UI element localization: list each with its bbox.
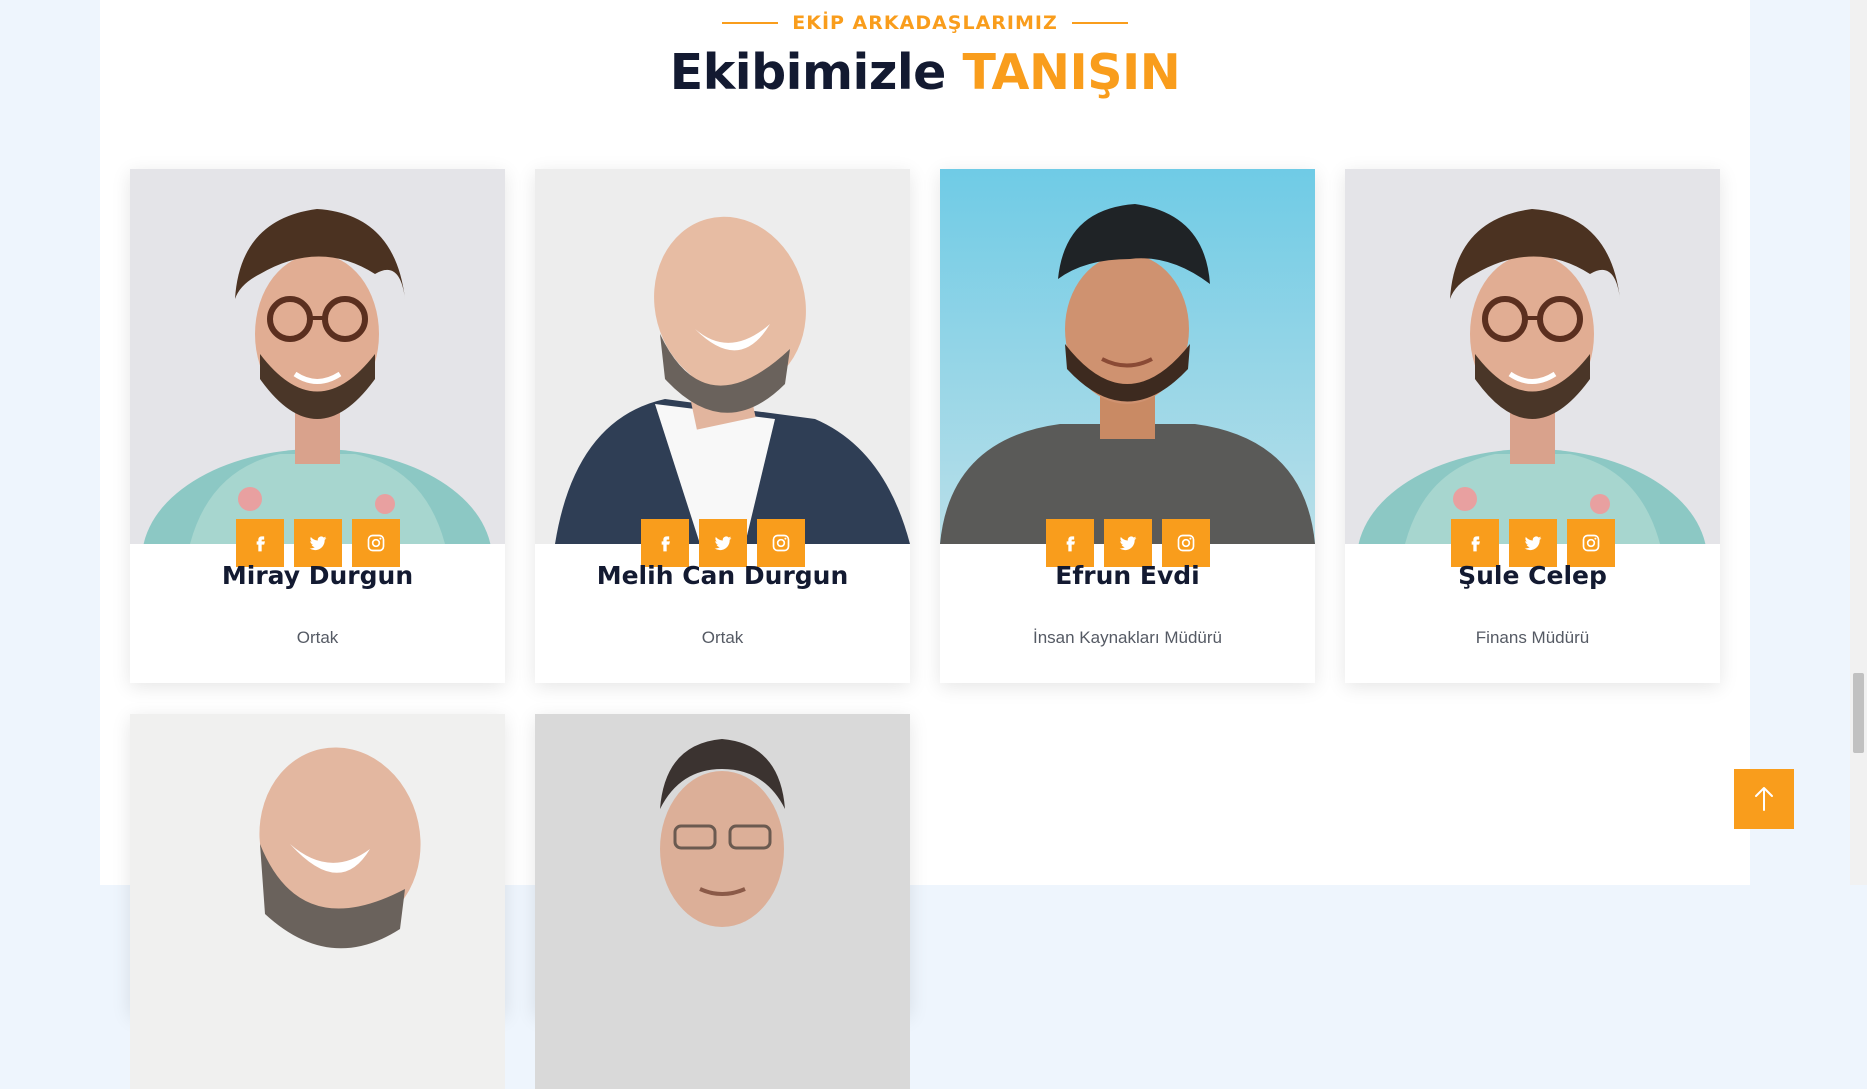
- member-photo: [130, 169, 505, 544]
- team-card: Şule Celep Finans Müdürü: [1345, 169, 1720, 683]
- back-to-top-button[interactable]: [1734, 769, 1794, 829]
- twitter-button[interactable]: [293, 519, 342, 567]
- arrow-up-icon: [1755, 787, 1773, 811]
- social-links: [535, 519, 910, 567]
- twitter-button[interactable]: [698, 519, 747, 567]
- twitter-icon: [714, 536, 731, 551]
- twitter-button[interactable]: [1103, 519, 1152, 567]
- facebook-icon: [1471, 536, 1480, 552]
- facebook-button[interactable]: [1450, 519, 1499, 567]
- instagram-button[interactable]: [1161, 519, 1210, 567]
- facebook-button[interactable]: [235, 519, 284, 567]
- facebook-icon: [256, 536, 265, 552]
- instagram-button[interactable]: [351, 519, 400, 567]
- twitter-button[interactable]: [1508, 519, 1557, 567]
- member-photo: [940, 169, 1315, 544]
- team-card: Miray Durgun Ortak: [130, 169, 505, 683]
- section-title-main: Ekibimizle: [669, 44, 947, 101]
- member-name: Şule Celep: [1458, 561, 1607, 590]
- team-card: [130, 714, 505, 1089]
- section-title-accent: TANIŞIN: [962, 44, 1181, 101]
- scrollbar-thumb[interactable]: [1853, 673, 1864, 753]
- member-photo: [535, 169, 910, 544]
- facebook-button[interactable]: [640, 519, 689, 567]
- member-name: Miray Durgun: [221, 561, 414, 590]
- member-role: Ortak: [296, 628, 339, 647]
- social-links: [130, 519, 505, 567]
- instagram-icon: [367, 534, 384, 552]
- section-title: Ekibimizle TANIŞIN: [100, 44, 1750, 101]
- eyebrow-line-left: [722, 22, 779, 24]
- member-role: Ortak: [701, 628, 744, 647]
- instagram-icon: [1582, 534, 1599, 552]
- member-photo: [1345, 169, 1720, 544]
- member-photo: [130, 714, 505, 1089]
- member-role: Finans Müdürü: [1475, 628, 1590, 647]
- team-card: Melih Can Durgun Ortak: [535, 169, 910, 683]
- facebook-icon: [661, 536, 670, 552]
- section-eyebrow: EKİP ARKADAŞLARIMIZ: [100, 12, 1750, 34]
- facebook-button[interactable]: [1045, 519, 1094, 567]
- team-card: Efrun Evdi İnsan Kaynakları Müdürü: [940, 169, 1315, 683]
- page-scrollbar[interactable]: [1850, 0, 1867, 885]
- twitter-icon: [309, 536, 326, 551]
- member-photo: [535, 714, 910, 1089]
- member-role: İnsan Kaynakları Müdürü: [1033, 628, 1222, 647]
- member-name: Efrun Evdi: [1055, 561, 1200, 590]
- twitter-icon: [1524, 536, 1541, 551]
- instagram-icon: [1177, 534, 1194, 552]
- facebook-icon: [1066, 536, 1075, 552]
- instagram-icon: [772, 534, 789, 552]
- twitter-icon: [1119, 536, 1136, 551]
- instagram-button[interactable]: [1566, 519, 1615, 567]
- social-links: [940, 519, 1315, 567]
- eyebrow-line-right: [1071, 22, 1128, 24]
- team-card: [535, 714, 910, 1089]
- eyebrow-text: EKİP ARKADAŞLARIMIZ: [792, 12, 1058, 34]
- instagram-button[interactable]: [756, 519, 805, 567]
- social-links: [1345, 519, 1720, 567]
- member-name: Melih Can Durgun: [596, 561, 849, 590]
